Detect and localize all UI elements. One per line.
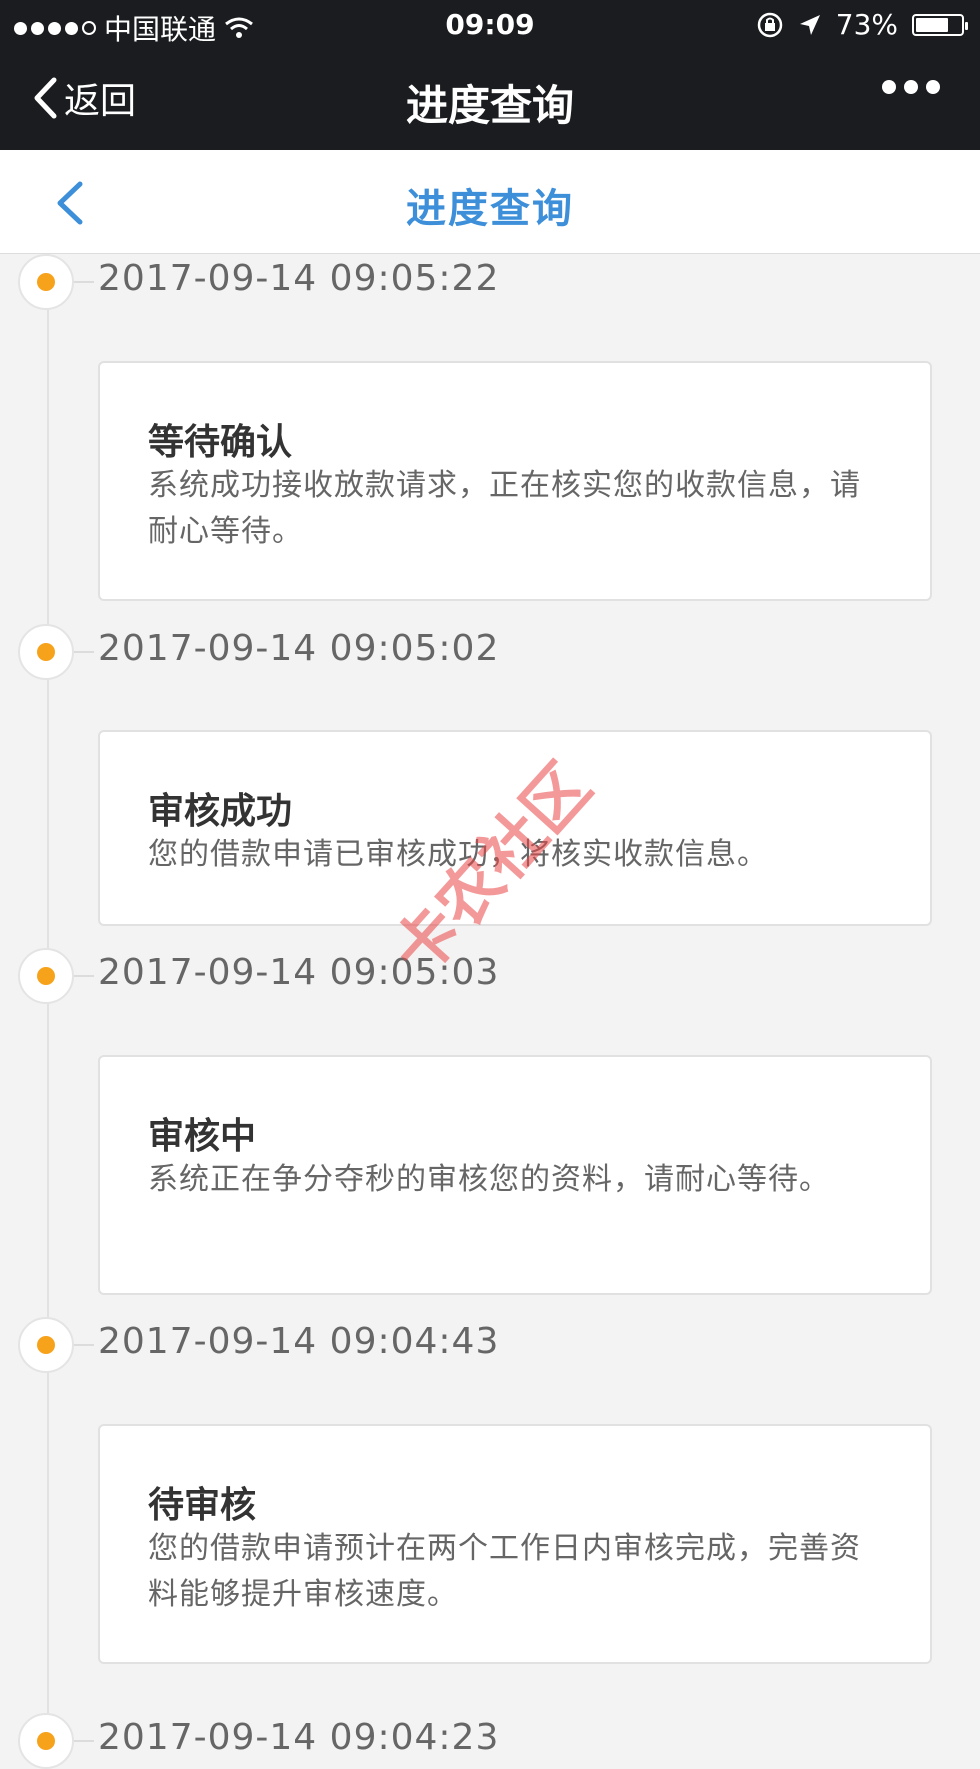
status-card: 待审核 您的借款申请预计在两个工作日内审核完成，完善资料能够提升审核速度。 [98, 1424, 932, 1664]
status-bar: 中国联通 09:09 73% [0, 0, 980, 50]
more-dot-icon [926, 80, 940, 94]
timeline-connector [74, 281, 94, 283]
more-dot-icon [882, 80, 896, 94]
status-right: 73% [756, 8, 968, 41]
entry-time: 2017-09-14 09:05:02 [98, 628, 500, 669]
status-card: 审核中 系统正在争分夺秒的审核您的资料，请耐心等待。 [98, 1055, 932, 1295]
status-description: 您的借款申请预计在两个工作日内审核完成，完善资料能够提升审核速度。 [148, 1531, 861, 1612]
timeline-connector [74, 1740, 94, 1742]
more-options-button[interactable] [882, 80, 940, 94]
nav-title: 进度查询 [405, 81, 574, 130]
status-title: 审核中 [148, 1116, 257, 1157]
entry-time: 2017-09-14 09:05:22 [98, 258, 500, 299]
more-dot-icon [904, 80, 918, 94]
status-title: 审核成功 [148, 791, 293, 832]
entry-time: 2017-09-14 09:04:43 [98, 1321, 500, 1362]
location-arrow-icon [799, 14, 820, 35]
timeline-dot-icon [18, 948, 74, 1004]
timeline-dot-icon [18, 254, 74, 310]
battery-icon [912, 13, 968, 36]
timeline-connector [74, 975, 94, 977]
status-title: 待审核 [148, 1485, 257, 1526]
page-title: 进度查询 [406, 186, 574, 232]
status-description: 系统成功接收放款请求，正在核实您的收款信息，请耐心等待。 [148, 468, 861, 549]
status-card: 等待确认 系统成功接收放款请求，正在核实您的收款信息，请耐心等待。 [98, 361, 932, 601]
status-description: 系统正在争分夺秒的审核您的资料，请耐心等待。 [148, 1162, 830, 1197]
orientation-lock-icon [757, 12, 783, 37]
timeline-dot-icon [18, 624, 74, 680]
timeline-connector [74, 1344, 94, 1346]
timeline-connector [74, 651, 94, 653]
nav-bar: 返回 进度查询 [0, 50, 980, 150]
entry-time: 2017-09-14 09:04:23 [98, 1717, 500, 1758]
timeline-dot-icon [18, 1713, 74, 1769]
battery-percent: 73% [835, 8, 898, 41]
timeline-dot-icon [18, 1317, 74, 1373]
status-title: 等待确认 [148, 422, 293, 463]
page-header: 进度查询 [0, 150, 980, 254]
progress-timeline: 2017-09-14 09:05:22 等待确认 系统成功接收放款请求，正在核实… [0, 254, 980, 1769]
